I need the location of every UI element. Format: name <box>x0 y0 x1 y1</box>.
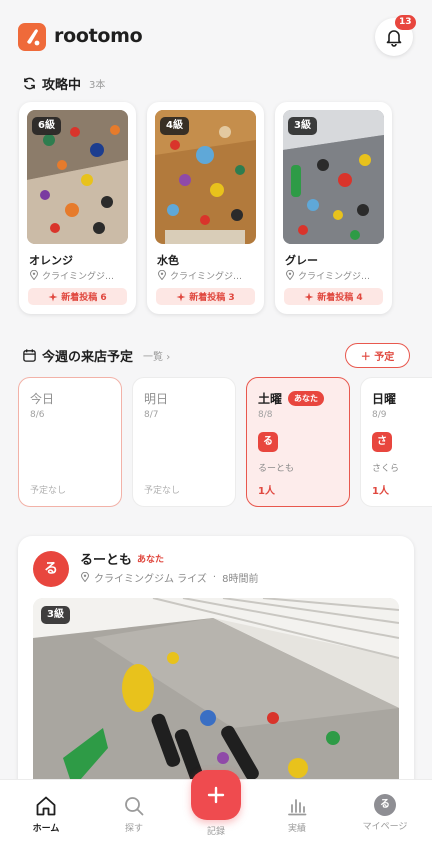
header: rootomo 13 <box>0 0 432 72</box>
sparkle-icon <box>176 292 186 301</box>
week-title: 今週の来店予定 <box>42 349 134 365</box>
sparkle-icon <box>48 292 58 301</box>
route-gym: クライミングジ… <box>29 268 129 282</box>
post-gym: クライミングジム ライズ <box>94 573 207 585</box>
tab-mypage-label: マイページ <box>362 822 408 832</box>
new-posts-tag: 新着投稿 6 <box>28 288 127 305</box>
post-user-name[interactable]: るーとも <box>80 549 132 568</box>
route-name: 水色 <box>157 254 179 267</box>
day-name: 日曜 <box>372 392 397 406</box>
you-tag: あなた <box>137 555 165 565</box>
route-gym: クライミングジ… <box>285 268 385 282</box>
location-pin-icon <box>29 270 39 280</box>
new-posts-label: 新着投稿 4 <box>317 293 363 303</box>
visitor-avatar: る <box>258 432 278 452</box>
plus-icon <box>207 786 225 804</box>
attempting-title: 攻略中 <box>42 77 82 93</box>
day-card-tomorrow[interactable]: 明日 8/7 予定なし <box>132 377 236 507</box>
new-posts-tag: 新着投稿 4 <box>284 288 383 305</box>
visitor-name: さくら <box>372 464 400 474</box>
visitor-count: 1人 <box>372 486 389 497</box>
route-photo: 4級 <box>155 110 256 244</box>
visitor-avatar: さ <box>372 432 392 452</box>
route-gym: クライミングジ… <box>157 268 257 282</box>
record-label: 記録 <box>206 827 225 837</box>
separator-dot: · <box>212 571 217 583</box>
no-plan-text: 予定なし <box>30 486 67 496</box>
route-photo: 6級 <box>27 110 128 244</box>
route-gym-label: クライミングジ… <box>42 271 115 282</box>
record-button[interactable] <box>191 770 241 820</box>
day-date: 8/8 <box>258 410 273 420</box>
week-header: 今週の来店予定 一覧 › <box>22 345 170 365</box>
sparkle-icon <box>304 292 314 301</box>
day-name: 今日 <box>30 392 55 406</box>
app-screen: rootomo 13 攻略中 3本 6級 オレンジ クライミングジ… 新着投稿 … <box>0 0 432 842</box>
grade-badge: 3級 <box>288 117 317 135</box>
route-photo: 3級 <box>283 110 384 244</box>
location-pin-icon <box>157 270 167 280</box>
post-time: 8時間前 <box>222 573 259 585</box>
search-icon <box>125 797 144 816</box>
route-card[interactable]: 4級 水色 クライミングジ… 新着投稿 3 <box>147 102 264 314</box>
grade-badge: 3級 <box>41 606 70 624</box>
week-list-link[interactable]: 一覧 › <box>143 348 170 363</box>
home-icon <box>36 796 56 816</box>
tab-home-label: ホーム <box>32 824 60 834</box>
tab-home[interactable]: ホーム <box>11 794 81 834</box>
attempting-count: 3本 <box>89 79 106 91</box>
mypage-avatar: る <box>374 794 396 816</box>
day-date: 8/6 <box>30 410 45 420</box>
day-card-sunday[interactable]: 日曜 8/9 さ さくら 1人 <box>360 377 432 507</box>
tab-stats-label: 実績 <box>287 824 306 834</box>
new-posts-label: 新着投稿 3 <box>189 293 235 303</box>
tab-mypage[interactable]: る マイページ <box>350 794 420 832</box>
visitor-count: 1人 <box>258 486 275 497</box>
tab-search-label: 探す <box>124 824 143 834</box>
app-name: rootomo <box>54 25 143 47</box>
day-name: 土曜 <box>258 392 283 406</box>
day-name: 明日 <box>144 392 169 406</box>
day-card-saturday[interactable]: 土曜 あなた 8/8 る るーとも 1人 <box>246 377 350 507</box>
post-avatar[interactable]: る <box>33 551 69 587</box>
route-gym-label: クライミングジ… <box>170 271 243 282</box>
you-tag: あなた <box>288 391 324 406</box>
attempting-header: 攻略中 3本 <box>22 73 105 93</box>
refresh-icon <box>24 77 35 89</box>
grade-badge: 6級 <box>32 117 61 135</box>
route-name: グレー <box>285 254 318 267</box>
bar-chart-icon <box>288 799 307 816</box>
add-plan-button[interactable]: ＋ 予定 <box>345 343 410 368</box>
tab-stats[interactable]: 実績 <box>262 794 332 834</box>
no-plan-text: 予定なし <box>144 486 181 496</box>
new-posts-tag: 新着投稿 3 <box>156 288 255 305</box>
notification-badge: 13 <box>395 15 416 30</box>
new-posts-label: 新着投稿 6 <box>61 293 107 303</box>
bell-icon <box>386 30 402 47</box>
visitor-name: るーとも <box>258 464 295 474</box>
grade-badge: 4級 <box>160 117 189 135</box>
day-date: 8/7 <box>144 410 159 420</box>
day-date: 8/9 <box>372 410 387 420</box>
calendar-icon <box>23 348 36 362</box>
location-pin-icon <box>80 572 90 582</box>
route-card[interactable]: 3級 グレー クライミングジ… 新着投稿 4 <box>275 102 392 314</box>
chevron-right-icon: › <box>166 351 171 363</box>
app-logo <box>18 23 46 51</box>
route-card[interactable]: 6級 オレンジ クライミングジ… 新着投稿 6 <box>19 102 136 314</box>
route-name: オレンジ <box>29 254 73 267</box>
week-list-label: 一覧 <box>143 351 164 363</box>
tab-search[interactable]: 探す <box>99 794 169 834</box>
day-card-today[interactable]: 今日 8/6 予定なし <box>18 377 122 507</box>
route-gym-label: クライミングジ… <box>298 271 371 282</box>
post-meta: クライミングジム ライズ · 8時間前 <box>80 570 259 585</box>
location-pin-icon <box>285 270 295 280</box>
